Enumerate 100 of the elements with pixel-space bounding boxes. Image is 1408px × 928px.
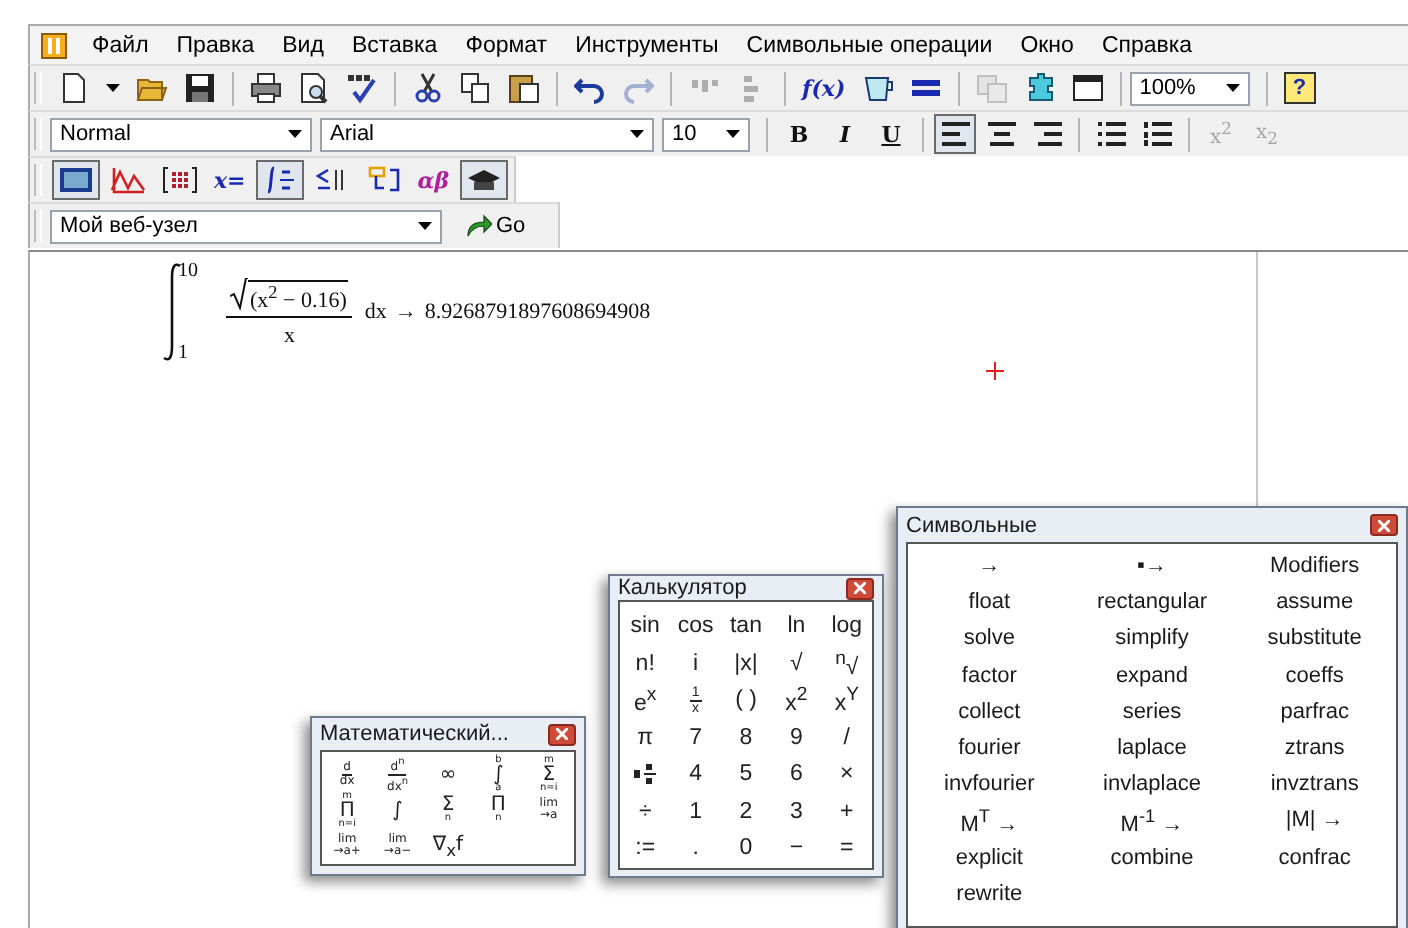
zoom-dropdown[interactable]: 100%	[1129, 71, 1250, 105]
calculator-button[interactable]	[52, 160, 100, 200]
menu-item[interactable]: Инструменты	[561, 33, 733, 57]
menu-item[interactable]: Файл	[78, 33, 163, 57]
calculator-key[interactable]: e$^{x}$	[620, 682, 671, 719]
calculator-key[interactable]: 9	[771, 719, 822, 756]
symbolic-key[interactable]: ▪→	[1070, 548, 1234, 585]
calculator-key[interactable]: .	[670, 830, 721, 867]
menu-item[interactable]: Вставка	[337, 33, 452, 57]
symbolic-key[interactable]: invfourier	[908, 766, 1071, 803]
font-dropdown[interactable]: Arial	[320, 117, 654, 151]
calculator-key[interactable]: 0	[720, 830, 772, 867]
font-size-dropdown[interactable]: 10	[662, 117, 750, 151]
calculator-key[interactable]: :=	[620, 830, 671, 867]
calculator-key[interactable]: 5	[720, 756, 772, 793]
calculus-key[interactable]: ∇$_{x}$f	[422, 828, 474, 864]
symbolic-key[interactable]: rectangular	[1070, 584, 1234, 621]
calculator-key[interactable]: 6	[771, 756, 822, 793]
symbolic-key[interactable]: |M| →	[1233, 802, 1396, 839]
symbolic-key[interactable]: assume	[1233, 584, 1396, 621]
symbolic-key[interactable]: combine	[1070, 839, 1234, 876]
calculus-key[interactable]: ∞	[422, 756, 474, 792]
calculator-key[interactable]: /	[821, 719, 872, 756]
close-icon	[556, 728, 568, 740]
calculator-key[interactable]: ( )	[720, 682, 772, 719]
style-dropdown[interactable]: Normal	[50, 117, 312, 151]
menu-item[interactable]: Правка	[162, 33, 269, 57]
calculator-key[interactable]: sin	[620, 608, 671, 645]
menu-item[interactable]: Окно	[1006, 33, 1088, 57]
symbolic-key[interactable]: coeffs	[1233, 657, 1396, 694]
symbolic-key[interactable]: fourier	[908, 729, 1071, 767]
symbolic-key[interactable]: rewrite	[908, 875, 1071, 912]
calculator-key[interactable]: cos	[670, 608, 721, 645]
symbolic-key[interactable]: invlaplace	[1070, 766, 1234, 803]
calculator-key[interactable]: |x|	[720, 645, 772, 682]
address-dropdown[interactable]: Мой веб-узел	[50, 209, 442, 243]
calculator-key[interactable]: tan	[720, 608, 772, 645]
close-button[interactable]	[846, 577, 874, 599]
symbolic-key[interactable]: substitute	[1233, 620, 1396, 658]
symbolic-key[interactable]: confrac	[1233, 839, 1396, 876]
greek-button[interactable]: αβ	[411, 160, 456, 200]
calculator-key[interactable]: n!	[620, 645, 671, 682]
calculator-key[interactable]: 7	[670, 719, 721, 756]
symbolic-key[interactable]: parfrac	[1233, 693, 1396, 730]
calculator-key[interactable]: −	[771, 830, 822, 867]
calculator-key[interactable]: +	[821, 793, 872, 830]
calculator-key[interactable]: ln	[771, 608, 822, 645]
calculator-key[interactable]: log	[821, 608, 872, 645]
symbolic-key[interactable]: float	[908, 584, 1071, 621]
puzzle-icon	[1023, 72, 1056, 104]
menu-item[interactable]: Формат	[451, 33, 562, 57]
palette-title: Математический...	[320, 722, 509, 746]
symbolic-key[interactable]: factor	[908, 657, 1071, 694]
calculator-key[interactable]: ÷	[620, 793, 671, 830]
bold-button[interactable]: B	[778, 114, 820, 154]
evaluation-arrow: →	[394, 300, 417, 324]
italic-button[interactable]: I	[824, 114, 866, 154]
symbolic-key[interactable]: M$^{T}$ →	[908, 802, 1071, 839]
graduation-cap-button[interactable]	[459, 160, 508, 200]
calculator-key[interactable]: 8	[720, 719, 772, 756]
symbolic-key[interactable]: laplace	[1070, 729, 1234, 767]
calculus-key[interactable]: ∫	[372, 792, 423, 828]
symbolic-key[interactable]: invztrans	[1233, 766, 1396, 803]
calculator-key[interactable]: 3	[771, 793, 822, 830]
calculator-key[interactable]: x$^{Y}$	[821, 682, 872, 719]
calculator-key[interactable]: =	[821, 830, 872, 867]
symbolic-key[interactable]: ztrans	[1233, 729, 1396, 767]
close-button[interactable]	[1370, 514, 1398, 536]
symbolic-key[interactable]: M$^{-1}$ →	[1070, 802, 1234, 839]
calculator-key[interactable]: $^{n}$√	[821, 645, 872, 682]
close-button[interactable]	[548, 723, 576, 745]
menu-item[interactable]: Символьные операции	[732, 33, 1007, 57]
symbolic-key[interactable]: series	[1070, 693, 1234, 730]
go-button[interactable]: Go	[458, 208, 532, 244]
calculator-key[interactable]: ×	[821, 756, 872, 793]
align-left-button[interactable]	[934, 114, 976, 154]
calculator-key[interactable]: π	[620, 719, 671, 756]
symbolic-key[interactable]: collect	[908, 693, 1071, 730]
calculator-key[interactable]: 1	[670, 793, 721, 830]
calculator-key[interactable]: x$^{2}$	[771, 682, 822, 719]
calculator-key[interactable]: 2	[720, 793, 772, 830]
evaluation-button[interactable]: x=	[208, 160, 252, 200]
symbolic-key[interactable]: explicit	[908, 839, 1071, 876]
new-document-icon	[58, 72, 90, 104]
menu-item[interactable]: Вид	[268, 33, 338, 57]
insert-function-button[interactable]: f(x)	[796, 68, 852, 108]
integral-button[interactable]	[255, 160, 304, 200]
calculator-key[interactable]: i	[670, 645, 721, 682]
menu-item[interactable]: Справка	[1087, 33, 1207, 57]
underline-button[interactable]: U	[870, 114, 912, 154]
symbolic-key[interactable]: →	[908, 548, 1071, 585]
symbolic-key[interactable]: Modifiers	[1233, 548, 1396, 585]
symbolic-key[interactable]: expand	[1070, 657, 1234, 694]
spell-check-icon	[346, 72, 378, 104]
align-center-icon	[987, 122, 1015, 146]
calculator-key[interactable]: 4	[670, 756, 721, 793]
calculator-key[interactable]: √	[771, 645, 822, 682]
calculator-icon	[58, 166, 94, 194]
symbolic-key[interactable]: solve	[908, 620, 1071, 658]
symbolic-key[interactable]: simplify	[1070, 620, 1234, 658]
